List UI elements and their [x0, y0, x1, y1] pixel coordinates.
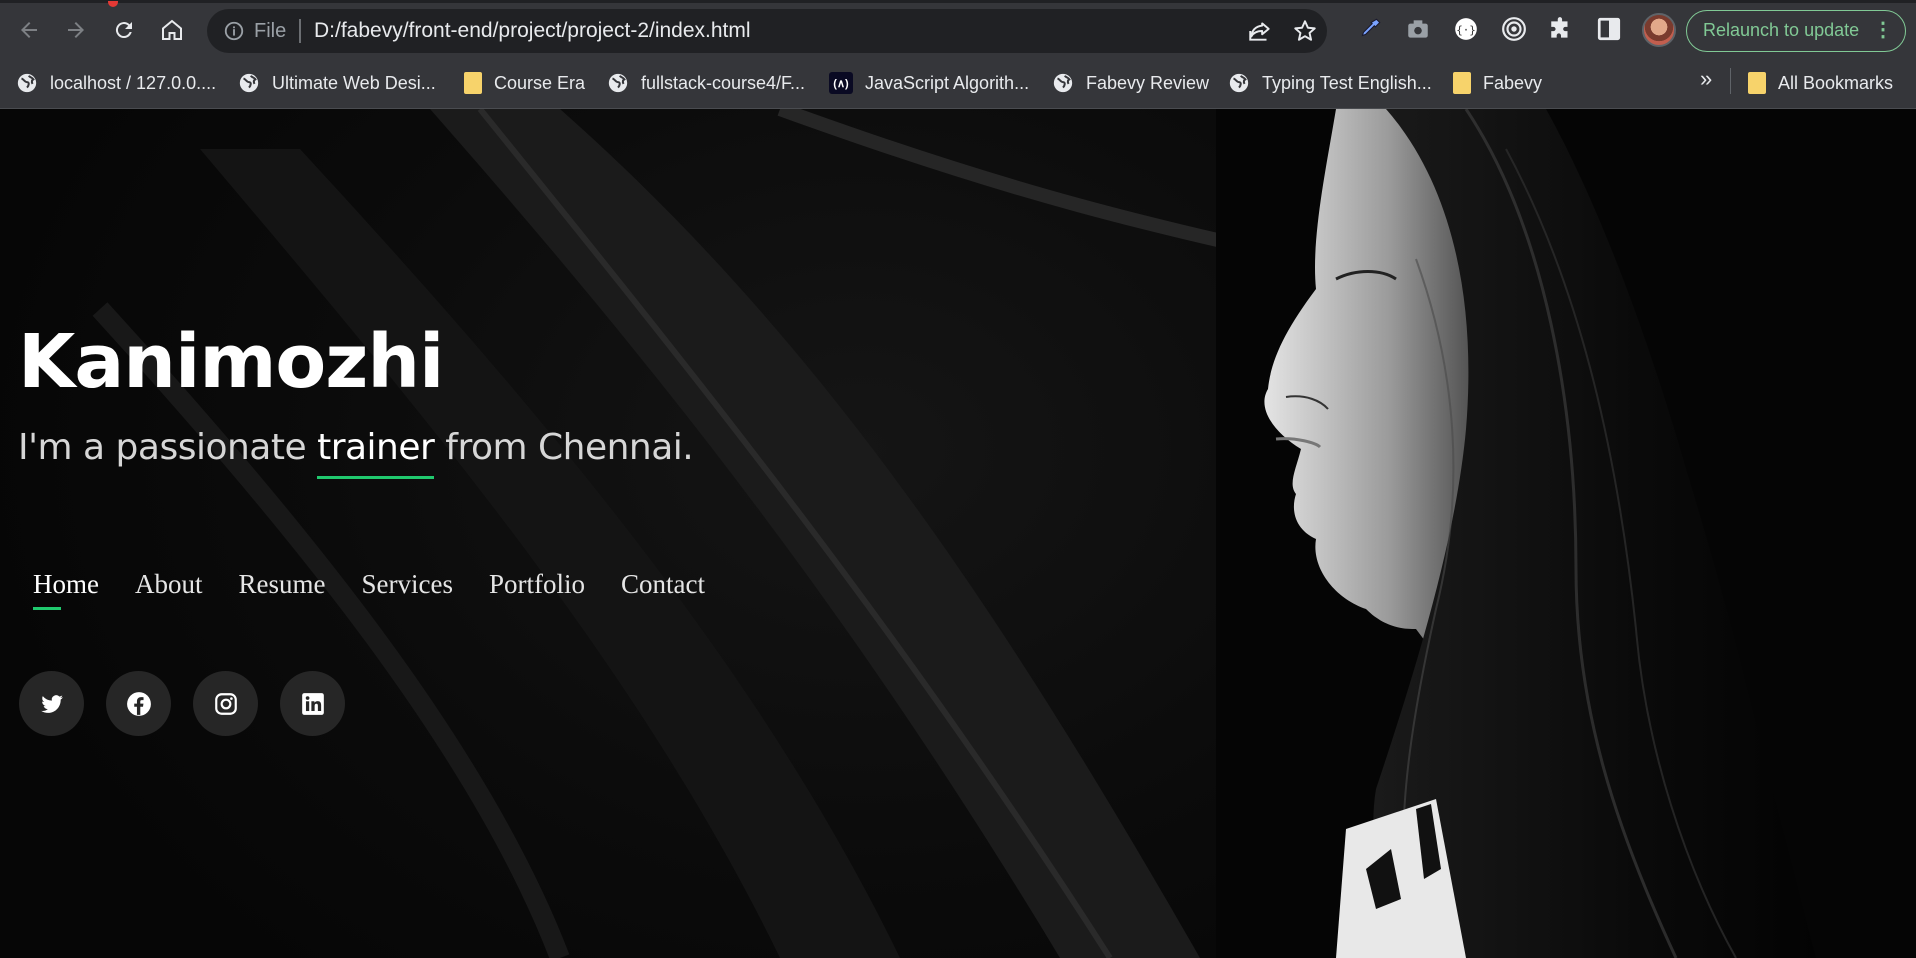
bookmarks-bar: localhost / 127.0.0.... Ultimate Web Des… [0, 56, 1916, 109]
json-braces-icon: {·} [1455, 18, 1477, 40]
globe-icon [608, 73, 628, 93]
instagram-icon [214, 692, 237, 715]
share-icon[interactable] [1247, 18, 1273, 44]
puzzle-piece-icon [1551, 17, 1568, 38]
side-panel-icon [1597, 17, 1621, 41]
eyedropper-extension-button[interactable] [1356, 15, 1384, 43]
bookmark-item[interactable]: (∧) JavaScript Algorith... [829, 68, 1029, 98]
nav-home[interactable]: Home [33, 569, 99, 610]
url-separator [299, 19, 301, 43]
hero-name: Kanimozhi [18, 319, 444, 405]
forward-button[interactable] [59, 13, 93, 47]
target-icon [1502, 17, 1526, 41]
home-button[interactable] [155, 13, 189, 47]
side-panel-button[interactable] [1595, 15, 1623, 43]
bookmark-item[interactable]: Ultimate Web Desi... [238, 68, 436, 98]
bookmark-item[interactable]: localhost / 127.0.0.... [16, 68, 216, 98]
nav-services[interactable]: Services [361, 569, 452, 600]
nav-resume[interactable]: Resume [238, 569, 325, 600]
browser-toolbar: File D:/fabevy/front-end/project/project… [0, 0, 1916, 56]
bookmark-star-icon[interactable] [1292, 18, 1318, 44]
folder-icon [1748, 72, 1766, 94]
bookmark-item[interactable]: fullstack-course4/F... [607, 68, 805, 98]
back-button[interactable] [12, 13, 46, 47]
main-nav: Home About Resume Services Portfolio Con… [33, 569, 705, 610]
twitter-link[interactable] [19, 671, 84, 736]
screenshot-extension-button[interactable] [1404, 15, 1432, 43]
nav-about[interactable]: About [135, 569, 203, 600]
camera-icon [1408, 20, 1428, 38]
url-scheme: File [254, 20, 287, 42]
bookmark-label: localhost / 127.0.0.... [50, 72, 217, 93]
linkedin-link[interactable] [280, 671, 345, 736]
globe-icon [239, 73, 259, 93]
folder-icon [464, 72, 482, 94]
bookmark-label: Fabevy [1483, 72, 1543, 93]
typed-role: trainer [317, 427, 435, 479]
reload-button[interactable] [107, 13, 141, 47]
arrow-right-icon [68, 22, 84, 38]
bookmark-item[interactable]: Course Era [464, 68, 585, 98]
hero-section: Kanimozhi I'm a passionate trainer from … [0, 109, 1916, 958]
bookmark-item[interactable]: Typing Test English... [1228, 68, 1432, 98]
relaunch-label: Relaunch to update [1703, 20, 1860, 40]
bookmark-item[interactable]: Fabevy [1453, 68, 1542, 98]
nav-contact[interactable]: Contact [621, 569, 705, 600]
arrow-left-icon [21, 22, 37, 38]
bookmark-label: Typing Test English... [1262, 72, 1432, 93]
freecodecamp-icon: (∧) [829, 72, 853, 94]
svg-text:{·}: {·} [1456, 23, 1476, 36]
facebook-icon [126, 691, 151, 716]
recording-indicator [108, 1, 118, 7]
bookmarks-divider [1730, 68, 1731, 94]
nav-portfolio[interactable]: Portfolio [489, 569, 585, 600]
json-extension-button[interactable]: {·} [1452, 15, 1480, 43]
eyedropper-icon [1361, 18, 1381, 37]
bookmark-label: JavaScript Algorith... [865, 72, 1030, 93]
social-links [19, 671, 345, 736]
info-icon[interactable] [223, 20, 245, 42]
address-bar[interactable]: File D:/fabevy/front-end/project/project… [207, 9, 1327, 53]
bookmark-label: Ultimate Web Desi... [272, 72, 436, 93]
tagline-suffix: from Chennai. [434, 427, 694, 468]
linkedin-icon [301, 692, 324, 715]
bookmark-label: fullstack-course4/F... [641, 72, 806, 93]
tagline-prefix: I'm a passionate [18, 427, 318, 468]
globe-icon [1229, 73, 1249, 93]
all-bookmarks-label: All Bookmarks [1778, 72, 1894, 93]
bookmark-item[interactable]: Fabevy Review [1052, 68, 1209, 98]
instagram-link[interactable] [193, 671, 258, 736]
portrait-photo [1216, 109, 1916, 958]
twitter-icon [40, 694, 63, 713]
hero-tagline: I'm a passionate trainer from Chennai. [18, 427, 694, 479]
bookmarks-overflow-button[interactable]: » [1700, 66, 1712, 92]
facebook-link[interactable] [106, 671, 171, 736]
reload-icon [115, 22, 132, 39]
all-bookmarks-button[interactable]: All Bookmarks [1748, 68, 1893, 98]
bookmark-label: Course Era [494, 72, 586, 93]
globe-icon [17, 73, 37, 93]
globe-icon [1053, 73, 1073, 93]
more-menu-icon[interactable]: ⋮ [1873, 11, 1893, 50]
profile-avatar[interactable] [1642, 13, 1676, 47]
home-icon [162, 19, 182, 40]
target-extension-button[interactable] [1500, 15, 1528, 43]
bookmark-label: Fabevy Review [1086, 72, 1210, 93]
folder-icon [1453, 72, 1471, 94]
relaunch-update-button[interactable]: Relaunch to update ⋮ [1686, 10, 1906, 52]
url-text[interactable]: D:/fabevy/front-end/project/project-2/in… [314, 19, 751, 43]
extensions-button[interactable] [1547, 15, 1575, 43]
